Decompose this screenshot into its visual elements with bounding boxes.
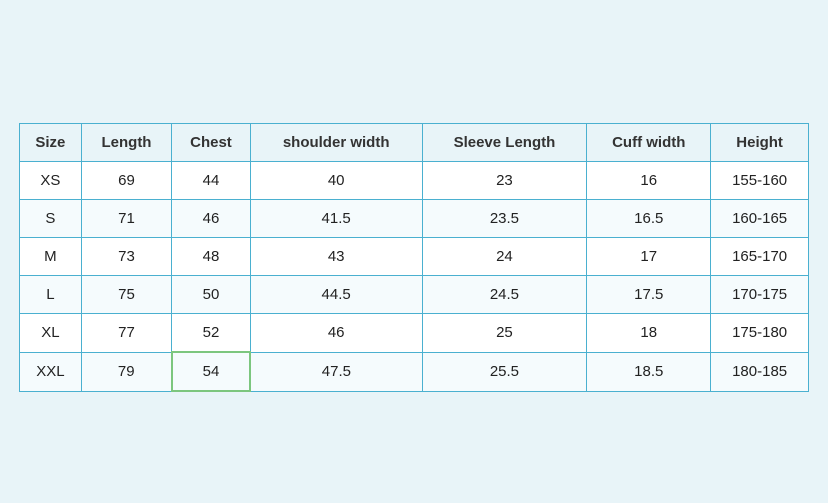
table-cell: 17.5: [587, 276, 711, 314]
column-header: Cuff width: [587, 124, 711, 162]
table-cell: 77: [81, 314, 171, 353]
table-cell: XS: [20, 162, 82, 200]
table-row: XL7752462518175-180: [20, 314, 809, 353]
size-table: SizeLengthChestshoulder widthSleeve Leng…: [19, 123, 809, 392]
table-row: XXL795447.525.518.5180-185: [20, 352, 809, 391]
table-row: M7348432417165-170: [20, 238, 809, 276]
table-cell: 16.5: [587, 200, 711, 238]
table-cell: 165-170: [711, 238, 809, 276]
table-cell: 50: [172, 276, 251, 314]
table-cell: 175-180: [711, 314, 809, 353]
column-header: Height: [711, 124, 809, 162]
table-cell: 23.5: [422, 200, 587, 238]
table-cell: 24: [422, 238, 587, 276]
column-header: Length: [81, 124, 171, 162]
table-cell: 155-160: [711, 162, 809, 200]
table-cell: 44: [172, 162, 251, 200]
table-cell: 44.5: [250, 276, 422, 314]
main-container: SizeLengthChestshoulder widthSleeve Leng…: [9, 101, 819, 402]
table-row: L755044.524.517.5170-175: [20, 276, 809, 314]
column-header: Size: [20, 124, 82, 162]
table-cell: S: [20, 200, 82, 238]
table-header-row: SizeLengthChestshoulder widthSleeve Leng…: [20, 124, 809, 162]
table-cell: 41.5: [250, 200, 422, 238]
table-body: XS6944402316155-160S714641.523.516.5160-…: [20, 162, 809, 392]
table-cell: 23: [422, 162, 587, 200]
table-cell: 73: [81, 238, 171, 276]
table-cell: 40: [250, 162, 422, 200]
table-cell: 17: [587, 238, 711, 276]
table-cell: 46: [250, 314, 422, 353]
table-cell: XL: [20, 314, 82, 353]
table-cell: 69: [81, 162, 171, 200]
table-cell: 25: [422, 314, 587, 353]
table-cell: 46: [172, 200, 251, 238]
table-cell: 25.5: [422, 352, 587, 391]
table-cell: 48: [172, 238, 251, 276]
table-cell: 170-175: [711, 276, 809, 314]
table-cell: 18.5: [587, 352, 711, 391]
table-row: S714641.523.516.5160-165: [20, 200, 809, 238]
table-cell: 43: [250, 238, 422, 276]
table-cell: 54: [172, 352, 251, 391]
table-cell: 79: [81, 352, 171, 391]
table-cell: 47.5: [250, 352, 422, 391]
table-cell: 75: [81, 276, 171, 314]
table-cell: 16: [587, 162, 711, 200]
table-cell: 180-185: [711, 352, 809, 391]
table-row: XS6944402316155-160: [20, 162, 809, 200]
table-cell: 52: [172, 314, 251, 353]
table-cell: XXL: [20, 352, 82, 391]
column-header: shoulder width: [250, 124, 422, 162]
table-cell: L: [20, 276, 82, 314]
table-cell: 24.5: [422, 276, 587, 314]
table-cell: 71: [81, 200, 171, 238]
table-cell: 18: [587, 314, 711, 353]
table-cell: 160-165: [711, 200, 809, 238]
table-cell: M: [20, 238, 82, 276]
column-header: Sleeve Length: [422, 124, 587, 162]
column-header: Chest: [172, 124, 251, 162]
